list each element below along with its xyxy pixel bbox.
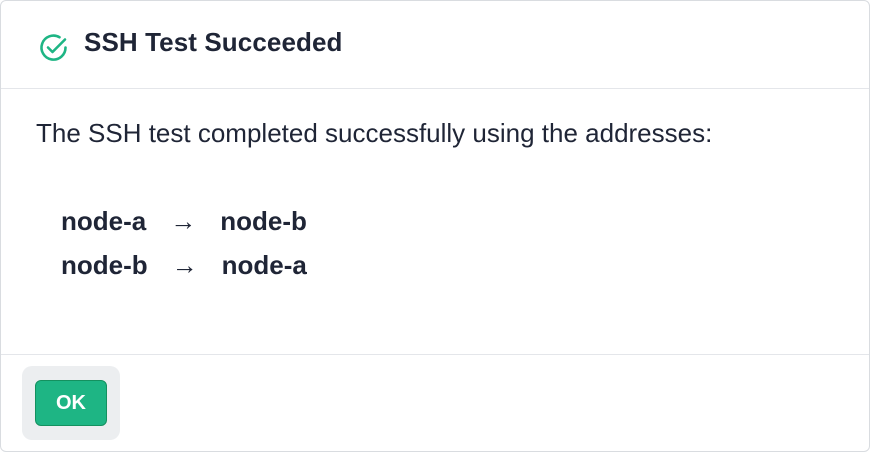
route-to: node-a (221, 250, 307, 280)
address-route: node-a → node-b (61, 206, 307, 237)
arrow-right-icon: → (170, 206, 197, 236)
ssh-test-dialog: SSH Test Succeeded The SSH test complete… (0, 0, 870, 452)
check-circle-icon (37, 31, 70, 64)
dialog-title: SSH Test Succeeded (84, 27, 343, 57)
dialog-header: SSH Test Succeeded (1, 1, 869, 89)
route-to: node-b (220, 206, 307, 236)
arrow-right-icon: → (171, 250, 198, 280)
route-from: node-a (61, 206, 147, 236)
dialog-message: The SSH test completed successfully usin… (36, 118, 713, 148)
route-from: node-b (61, 250, 148, 280)
dialog-footer: OK (1, 354, 869, 451)
dialog-body: The SSH test completed successfully usin… (1, 89, 869, 354)
ok-button[interactable]: OK (35, 380, 107, 426)
address-route: node-b → node-a (61, 250, 307, 281)
